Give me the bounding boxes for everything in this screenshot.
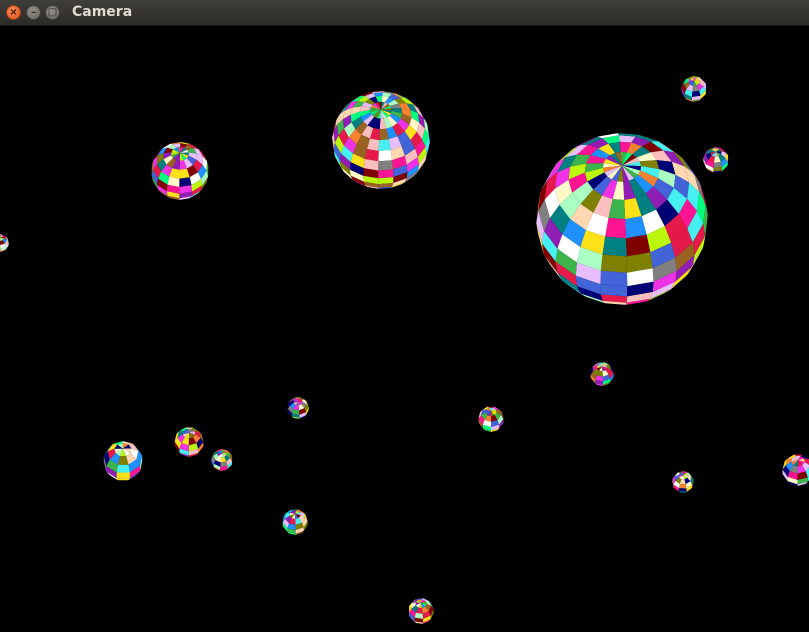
title-bar[interactable]: × – □ Camera	[0, 0, 809, 26]
minimize-button[interactable]: –	[26, 5, 41, 20]
sphere-bottom-left-1	[103, 441, 143, 481]
sphere-top-right-small	[681, 76, 707, 102]
sphere-center-right-small	[478, 406, 504, 432]
maximize-button[interactable]: □	[45, 5, 60, 20]
sphere-left-edge	[0, 234, 9, 252]
sphere-top-center	[332, 91, 430, 189]
sphere-left-mid	[151, 142, 209, 200]
sphere-right-small	[703, 147, 729, 173]
sphere-bottom-center-2	[408, 598, 434, 624]
sphere-bottom-left-2	[174, 427, 204, 457]
sphere-center-small	[287, 397, 309, 419]
sphere-bottom-right-small	[672, 471, 694, 493]
window-title: Camera	[72, 4, 133, 20]
sphere-large	[536, 133, 708, 305]
close-button[interactable]: ×	[6, 5, 21, 20]
sphere-bottom-left-3	[211, 449, 233, 471]
sphere-right-edge	[782, 454, 809, 486]
render-viewport[interactable]	[0, 26, 809, 632]
sphere-mid-right	[590, 362, 614, 386]
camera-window: × – □ Camera	[0, 0, 809, 632]
sphere-bottom-center-1	[282, 509, 308, 535]
